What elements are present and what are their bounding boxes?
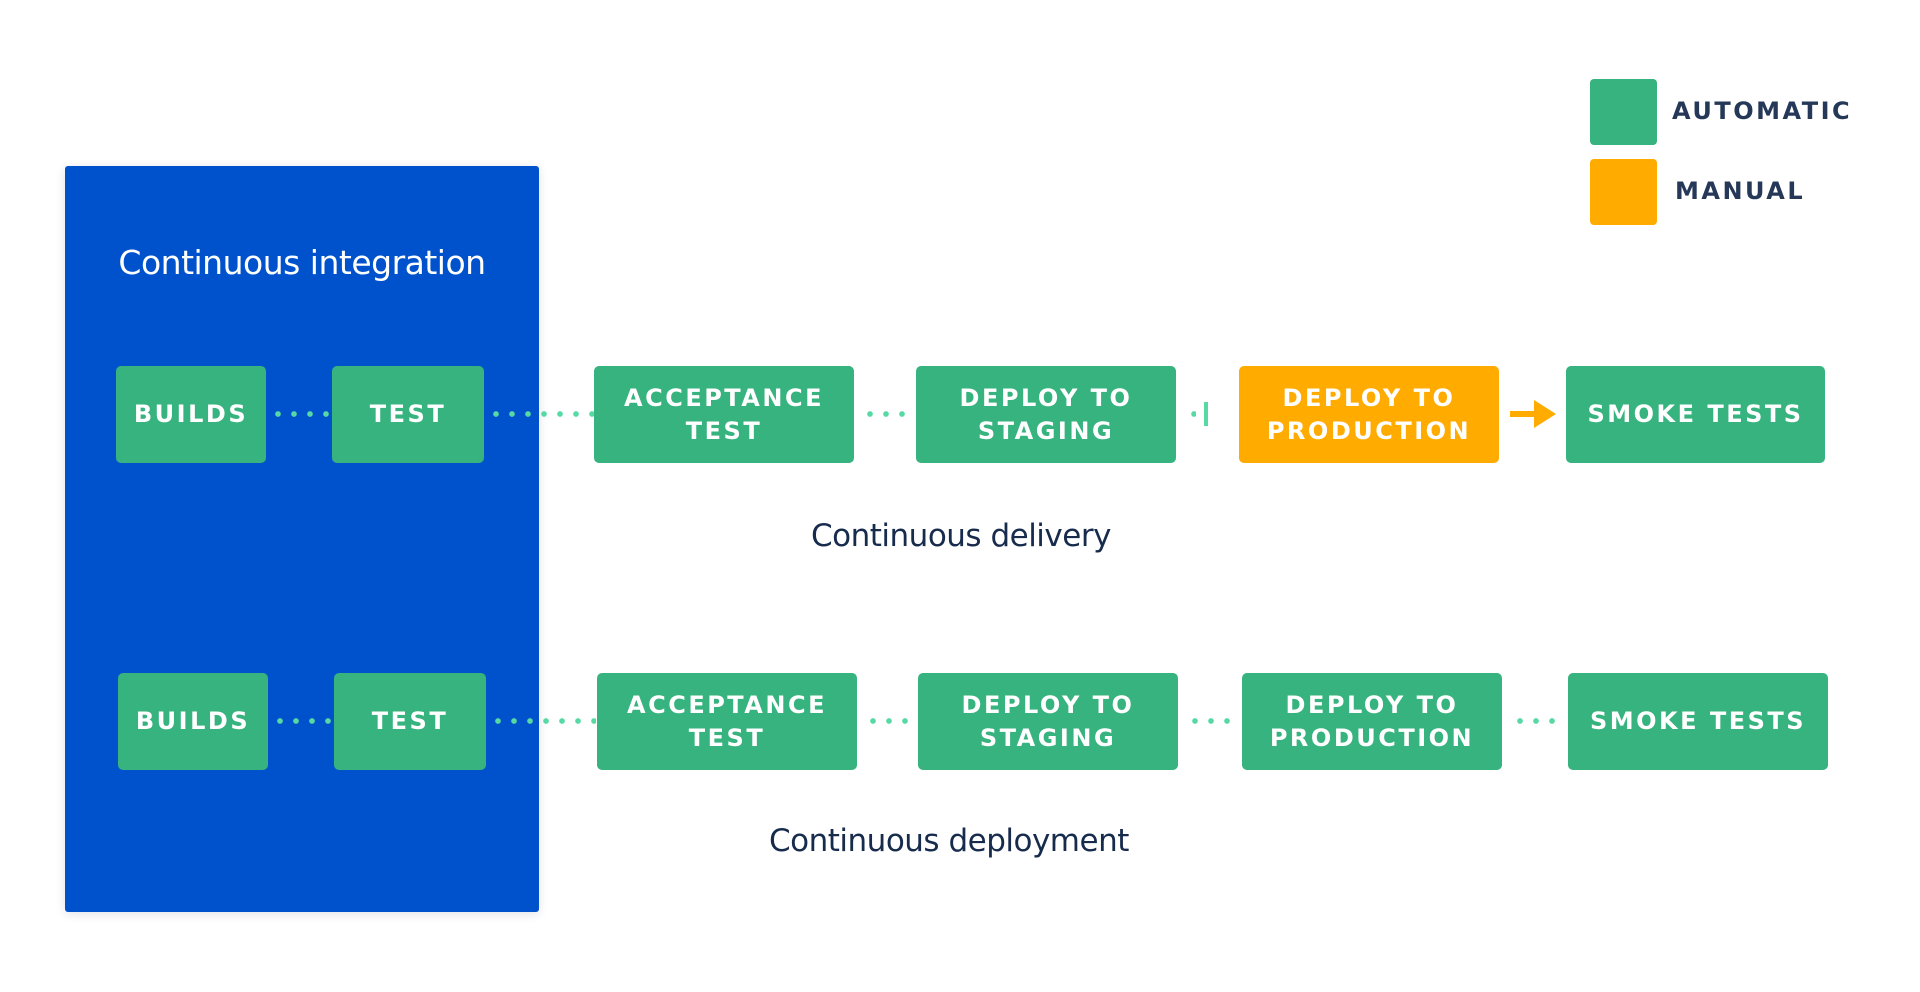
deployment-stage-acceptance-test: ACCEPTANCE TEST — [597, 673, 857, 770]
delivery-connector-3 — [862, 411, 912, 417]
delivery-connector-2 — [488, 411, 594, 417]
delivery-stage-deploy-staging: DEPLOY TO STAGING — [916, 366, 1176, 463]
deployment-connector-4 — [1187, 718, 1237, 724]
delivery-stage-builds: BUILDS — [116, 366, 266, 463]
deployment-stage-deploy-staging: DEPLOY TO STAGING — [918, 673, 1178, 770]
continuous-integration-title: Continuous integration — [118, 243, 486, 282]
deployment-connector-2 — [490, 718, 596, 724]
legend-label-automatic: AUTOMATIC — [1672, 97, 1853, 125]
continuous-deployment-label: Continuous deployment — [769, 823, 1129, 859]
delivery-stage-acceptance-test: ACCEPTANCE TEST — [594, 366, 854, 463]
manual-gate-icon — [1204, 402, 1208, 426]
deployment-stage-smoke-tests: SMOKE TESTS — [1568, 673, 1828, 770]
delivery-stage-deploy-production[interactable]: DEPLOY TO PRODUCTION — [1239, 366, 1499, 463]
continuous-delivery-label: Continuous delivery — [811, 518, 1111, 554]
delivery-stage-test: TEST — [332, 366, 484, 463]
arrow-right-icon — [1510, 400, 1556, 428]
deployment-stage-test: TEST — [334, 673, 486, 770]
deployment-connector-1 — [272, 718, 334, 724]
delivery-connector-4 — [1186, 411, 1196, 417]
delivery-stage-smoke-tests: SMOKE TESTS — [1566, 366, 1825, 463]
deployment-connector-5 — [1512, 718, 1562, 724]
legend-label-manual: MANUAL — [1675, 177, 1806, 205]
deployment-connector-3 — [865, 718, 915, 724]
deployment-stage-deploy-production: DEPLOY TO PRODUCTION — [1242, 673, 1502, 770]
deployment-stage-builds: BUILDS — [118, 673, 268, 770]
delivery-connector-1 — [270, 411, 332, 417]
legend-swatch-manual — [1590, 159, 1657, 225]
legend-swatch-automatic — [1590, 79, 1657, 145]
